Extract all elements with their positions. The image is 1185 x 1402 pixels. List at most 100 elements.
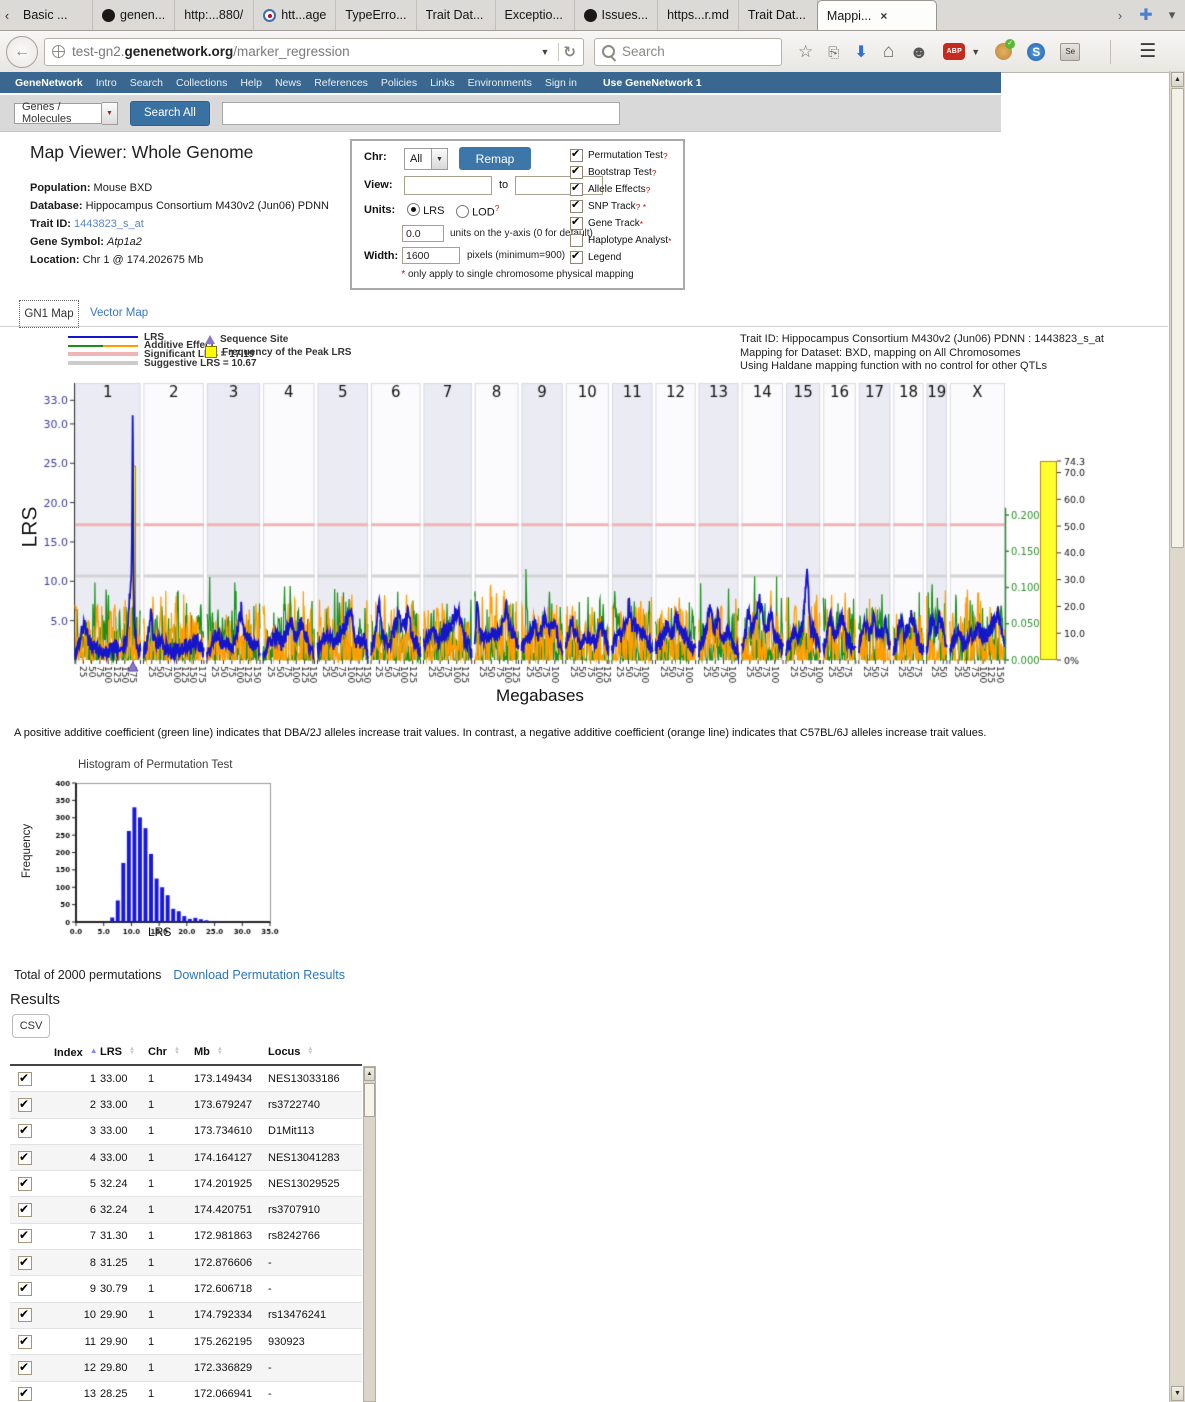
- new-tab-button[interactable]: ✚: [1133, 0, 1159, 30]
- home-icon[interactable]: ⌂: [883, 42, 894, 61]
- url-bar[interactable]: test-gn2.genenetwork.org/marker_regressi…: [44, 38, 584, 66]
- units-lrs-radio[interactable]: LRS: [407, 203, 444, 217]
- download-permutation-link[interactable]: Download Permutation Results: [173, 968, 345, 982]
- reload-icon[interactable]: ↻: [563, 43, 576, 61]
- nav-item-sign-in[interactable]: Sign in: [545, 77, 577, 89]
- nav-item-news[interactable]: News: [275, 77, 301, 89]
- chr-select[interactable]: All▼: [404, 148, 448, 170]
- width-input[interactable]: [402, 247, 460, 264]
- tab-gn1-map[interactable]: GN1 Map: [19, 300, 79, 328]
- back-button[interactable]: ←: [6, 36, 38, 68]
- checkbox-haplotype-analyst[interactable]: Haplotype Analyst *: [570, 234, 671, 247]
- nav-item-intro[interactable]: Intro: [96, 77, 117, 89]
- tab-scroll-right-icon[interactable]: ›: [1107, 0, 1133, 30]
- row-checkbox[interactable]: [18, 1361, 32, 1375]
- table-row[interactable]: 632.241174.420751rs3707910: [10, 1197, 362, 1223]
- search-category-select[interactable]: Genes / Molecules: [14, 103, 102, 124]
- table-scrollbar[interactable]: ▲: [363, 1066, 376, 1402]
- row-checkbox[interactable]: [18, 1177, 32, 1191]
- bookmarks-sidebar-icon[interactable]: ⎘: [828, 45, 839, 59]
- browser-tab[interactable]: Basic ...: [14, 0, 93, 30]
- column-header-chr[interactable]: Chr▲▼: [148, 1040, 194, 1065]
- table-row[interactable]: 233.001173.679247rs3722740: [10, 1092, 362, 1118]
- tab-list-icon[interactable]: ▾: [1159, 0, 1185, 30]
- use-gn1-link[interactable]: Use GeneNetwork 1: [603, 77, 702, 89]
- table-row[interactable]: 1328.251172.066941-: [10, 1381, 362, 1402]
- nav-item-links[interactable]: Links: [430, 77, 455, 89]
- selenium-addon-icon[interactable]: Se: [1060, 43, 1080, 61]
- table-scroll-up-icon[interactable]: ▲: [364, 1067, 375, 1081]
- row-checkbox[interactable]: [18, 1203, 32, 1217]
- tab-vector-map[interactable]: Vector Map: [90, 307, 148, 319]
- browser-tab[interactable]: https...r.md: [658, 0, 739, 30]
- remap-button[interactable]: Remap: [459, 147, 531, 170]
- nav-item-references[interactable]: References: [314, 77, 368, 89]
- browser-tab[interactable]: TypeErro...: [336, 0, 416, 30]
- browser-scrollbar[interactable]: ▲ ▼: [1169, 71, 1185, 1402]
- table-row[interactable]: 532.241174.201925NES13029525: [10, 1171, 362, 1197]
- browser-tab[interactable]: Exceptio...: [496, 0, 575, 30]
- column-header-index[interactable]: Index▲: [54, 1040, 100, 1065]
- column-header-mb[interactable]: Mb▲▼: [194, 1040, 268, 1065]
- column-header-locus[interactable]: Locus▲▼: [268, 1040, 362, 1065]
- browser-tab[interactable]: Mappi...×: [817, 0, 937, 30]
- yaxis-units-input[interactable]: [402, 225, 444, 242]
- bookmark-star-icon[interactable]: ☆: [798, 43, 813, 60]
- table-row[interactable]: 831.251172.876606-: [10, 1250, 362, 1276]
- row-checkbox[interactable]: [18, 1098, 32, 1112]
- checkbox-gene-track[interactable]: Gene Track *: [570, 217, 643, 230]
- checkbox-legend[interactable]: Legend: [570, 251, 621, 264]
- checkbox-snp-track[interactable]: SNP Track ? *: [570, 200, 646, 213]
- nav-item-help[interactable]: Help: [240, 77, 262, 89]
- nav-item-collections[interactable]: Collections: [176, 77, 227, 89]
- checkbox-allele-effects[interactable]: Allele Effects ?: [570, 183, 650, 196]
- browser-tab[interactable]: genen...: [93, 0, 175, 30]
- checkbox-bootstrap-test[interactable]: Bootstrap Test ?: [570, 166, 656, 179]
- menu-icon[interactable]: ☰: [1139, 40, 1156, 63]
- view-from-input[interactable]: [404, 176, 492, 195]
- row-checkbox[interactable]: [18, 1308, 32, 1322]
- row-checkbox[interactable]: [18, 1335, 32, 1349]
- browser-tab[interactable]: Trait Dat...: [417, 0, 496, 30]
- browser-scrollbar-thumb[interactable]: [1171, 88, 1184, 548]
- table-row[interactable]: 333.001173.734610D1Mit113: [10, 1118, 362, 1144]
- table-scrollbar-thumb[interactable]: [364, 1083, 375, 1117]
- tab-scroll-left-icon[interactable]: ‹: [0, 0, 14, 30]
- table-row[interactable]: 433.001174.164127NES13041283: [10, 1144, 362, 1170]
- downloads-icon[interactable]: ⬇: [854, 42, 867, 62]
- nav-item-policies[interactable]: Policies: [381, 77, 417, 89]
- row-checkbox[interactable]: [18, 1124, 32, 1138]
- table-row[interactable]: 930.791172.606718-: [10, 1276, 362, 1302]
- search-all-button[interactable]: Search All: [130, 101, 210, 126]
- table-row[interactable]: 1229.801172.336829-: [10, 1355, 362, 1381]
- browser-search-box[interactable]: Search: [594, 38, 782, 66]
- adblock-caret-icon[interactable]: ▼: [971, 47, 980, 57]
- row-checkbox[interactable]: [18, 1151, 32, 1165]
- table-row[interactable]: 133.001173.149434NES13033186: [10, 1065, 362, 1092]
- browser-tab[interactable]: Trait Dat...: [739, 0, 818, 30]
- row-checkbox[interactable]: [18, 1282, 32, 1296]
- browser-tab[interactable]: http:...880/: [175, 0, 254, 30]
- row-checkbox[interactable]: [18, 1387, 32, 1401]
- browser-tab[interactable]: htt...age: [254, 0, 336, 30]
- trait-id-link[interactable]: 1443823_s_at: [74, 218, 144, 230]
- column-header-lrs[interactable]: LRS▲▼: [100, 1040, 148, 1065]
- units-lod-radio[interactable]: LOD?: [456, 203, 499, 219]
- gn-brand[interactable]: GeneNetwork: [15, 77, 83, 89]
- scroll-down-icon[interactable]: ▼: [1171, 1386, 1184, 1401]
- csv-button[interactable]: CSV: [12, 1014, 50, 1038]
- close-icon[interactable]: ×: [880, 9, 887, 23]
- nav-item-search[interactable]: Search: [130, 77, 163, 89]
- search-category-caret-icon[interactable]: ▼: [102, 102, 118, 125]
- site-search-input[interactable]: [222, 102, 620, 125]
- skype-addon-icon[interactable]: S: [1027, 43, 1045, 61]
- url-dropdown-icon[interactable]: ▼: [541, 47, 550, 57]
- nav-item-environments[interactable]: Environments: [468, 77, 532, 89]
- row-checkbox[interactable]: [18, 1072, 32, 1086]
- scroll-up-icon[interactable]: ▲: [1171, 72, 1184, 87]
- table-row[interactable]: 731.301172.981863rs8242766: [10, 1223, 362, 1249]
- cookie-addon-icon[interactable]: [995, 43, 1012, 60]
- table-row[interactable]: 1029.901174.792334rs13476241: [10, 1302, 362, 1328]
- row-checkbox[interactable]: [18, 1256, 32, 1270]
- row-checkbox[interactable]: [18, 1229, 32, 1243]
